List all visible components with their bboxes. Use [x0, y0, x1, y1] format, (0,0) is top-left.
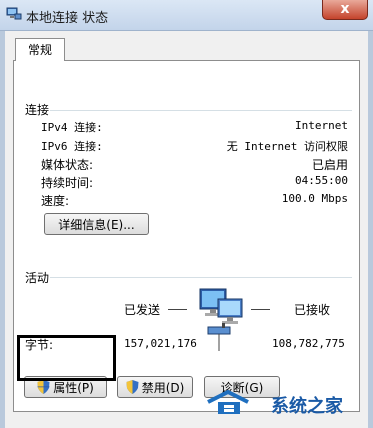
- details-button[interactable]: 详细信息(E)...: [44, 213, 149, 235]
- tab-general-label: 常规: [27, 43, 52, 57]
- close-icon: x: [340, 1, 350, 17]
- ipv4-value: Internet: [295, 119, 348, 132]
- received-line: [251, 309, 270, 310]
- speed-label: 速度:: [41, 194, 70, 208]
- media-state-value: 已启用: [311, 158, 348, 172]
- uac-shield-icon: [37, 380, 50, 394]
- highlight-box: [17, 335, 116, 381]
- disable-button[interactable]: 禁用(D): [117, 376, 193, 398]
- ipv6-value: 无 Internet 访问权限: [226, 140, 348, 153]
- tab-general[interactable]: 常规: [15, 38, 65, 61]
- network-icon: [6, 7, 22, 20]
- window-title: 本地连接 状态: [26, 11, 109, 26]
- duration-value: 04:55:00: [295, 174, 348, 187]
- ipv6-label: IPv6 连接:: [41, 140, 103, 153]
- network-activity-icon: [199, 288, 243, 351]
- title-bar: 本地连接 状态 x: [0, 0, 373, 31]
- watermark-logo-icon: [207, 389, 249, 414]
- sent-label: 已发送: [124, 303, 161, 317]
- close-button[interactable]: x: [322, 0, 368, 20]
- duration-label: 持续时间:: [41, 176, 94, 190]
- watermark-text: 系统之家: [271, 396, 343, 417]
- media-state-label: 媒体状态:: [41, 158, 94, 172]
- properties-button-label: 属性(P): [53, 381, 94, 395]
- details-button-label: 详细信息(E)...: [58, 218, 135, 232]
- uac-shield-icon: [126, 380, 139, 394]
- connection-divider: [50, 110, 352, 111]
- activity-divider: [50, 277, 352, 278]
- connection-heading: 连接: [25, 103, 50, 117]
- ipv4-label: IPv4 连接:: [41, 121, 103, 134]
- speed-value: 100.0 Mbps: [281, 192, 348, 205]
- received-label: 已接收: [294, 303, 331, 317]
- bytes-received-value: 108,782,775: [272, 337, 345, 350]
- bytes-sent-value: 157,021,176: [124, 337, 197, 350]
- sent-line: [168, 309, 187, 310]
- activity-heading: 活动: [25, 271, 50, 285]
- disable-button-label: 禁用(D): [141, 381, 185, 395]
